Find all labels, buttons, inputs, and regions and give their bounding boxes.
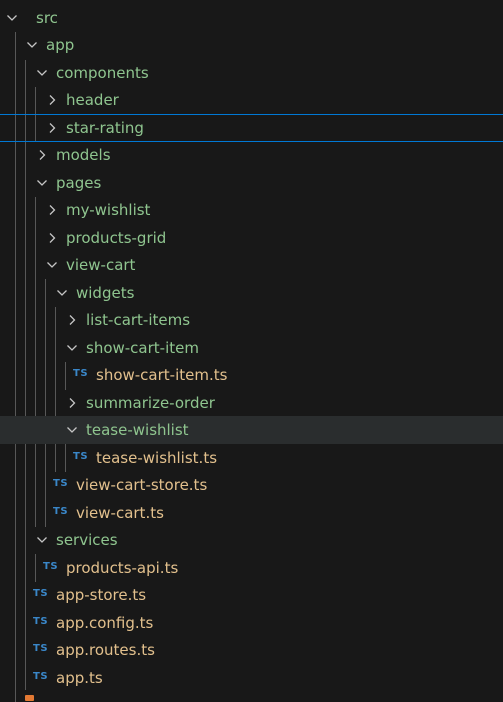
tree-item-label: pages — [56, 174, 102, 192]
tree-item-label: summarize-order — [86, 394, 215, 412]
tree-item-show-cart-item-ts[interactable]: TS show-cart-item.ts — [0, 362, 503, 388]
typescript-file-icon: TS — [33, 671, 49, 682]
tree-item-view-cart-ts[interactable]: TS view-cart.ts — [0, 500, 503, 526]
tree-item-app-routes-ts[interactable]: TS app.routes.ts — [0, 637, 503, 663]
tree-item-label: view-cart-store.ts — [76, 476, 208, 494]
tree-item-label: app.config.ts — [56, 614, 154, 632]
tree-item-pages[interactable]: pages — [0, 170, 503, 196]
tree-item-src[interactable]: src — [0, 5, 503, 31]
tree-item-app-ts[interactable]: TS app.ts — [0, 665, 503, 691]
tree-item-view-cart[interactable]: view-cart — [0, 252, 503, 278]
tree-item-label: models — [56, 146, 111, 164]
typescript-file-icon: TS — [53, 506, 69, 517]
chevron-down-icon — [57, 290, 67, 296]
tree-item-label: app — [46, 36, 75, 54]
typescript-file-icon: TS — [33, 588, 49, 599]
tree-item-tease-wishlist-ts[interactable]: TS tease-wishlist.ts — [0, 445, 503, 471]
tree-item-label: products-grid — [66, 229, 167, 247]
chevron-down-icon — [37, 70, 47, 76]
tree-item-label: star-rating — [66, 119, 144, 137]
tree-item-label: app.ts — [56, 669, 103, 687]
tree-item-app[interactable]: app — [0, 32, 503, 58]
tree-item-label: list-cart-items — [86, 311, 191, 329]
tree-item-label: services — [56, 531, 118, 549]
typescript-file-icon: TS — [33, 616, 49, 627]
tree-item-label: show-cart-item.ts — [96, 366, 228, 384]
typescript-file-icon: TS — [33, 643, 49, 654]
tree-item-cutoff — [0, 694, 503, 702]
tree-item-components[interactable]: components — [0, 60, 503, 86]
tree-item-my-wishlist[interactable]: my-wishlist — [0, 197, 503, 223]
chevron-down-icon — [27, 42, 37, 48]
chevron-right-icon — [49, 205, 56, 215]
chevron-right-icon — [49, 95, 56, 105]
chevron-down-icon — [67, 427, 77, 433]
chevron-right-icon — [39, 150, 46, 160]
tree-item-tease-wishlist[interactable]: tease-wishlist — [0, 416, 503, 444]
chevron-down-icon — [47, 262, 57, 268]
tree-item-label: app-store.ts — [56, 586, 147, 604]
tree-item-app-store-ts[interactable]: TS app-store.ts — [0, 582, 503, 608]
html-file-icon — [25, 695, 34, 701]
tree-item-label: components — [56, 64, 149, 82]
chevron-down-icon — [7, 15, 17, 21]
tree-item-label: show-cart-item — [86, 339, 199, 357]
tree-item-view-cart-store-ts[interactable]: TS view-cart-store.ts — [0, 472, 503, 498]
tree-item-models[interactable]: models — [0, 142, 503, 168]
chevron-down-icon — [37, 180, 47, 186]
tree-item-star-rating[interactable]: star-rating — [0, 114, 503, 142]
typescript-file-icon: TS — [43, 561, 59, 572]
typescript-file-icon: TS — [73, 451, 89, 462]
typescript-file-icon: TS — [53, 478, 69, 489]
tree-item-header[interactable]: header — [0, 87, 503, 113]
tree-item-services[interactable]: services — [0, 527, 503, 553]
chevron-right-icon — [49, 233, 56, 243]
chevron-right-icon — [69, 315, 76, 325]
chevron-right-icon — [69, 398, 76, 408]
tree-item-label: tease-wishlist.ts — [96, 449, 218, 467]
tree-item-products-api-ts[interactable]: TS products-api.ts — [0, 555, 503, 581]
tree-item-widgets[interactable]: widgets — [0, 280, 503, 306]
tree-item-label: my-wishlist — [66, 201, 151, 219]
tree-item-label: view-cart.ts — [76, 504, 164, 522]
tree-item-label: src — [36, 9, 58, 27]
tree-item-label: header — [66, 91, 119, 109]
tree-item-summarize-order[interactable]: summarize-order — [0, 390, 503, 416]
chevron-right-icon — [49, 123, 56, 133]
tree-item-app-config-ts[interactable]: TS app.config.ts — [0, 610, 503, 636]
tree-item-show-cart-item[interactable]: show-cart-item — [0, 335, 503, 361]
tree-item-label: view-cart — [66, 256, 136, 274]
typescript-file-icon: TS — [73, 368, 89, 379]
tree-item-label: app.routes.ts — [56, 641, 155, 659]
tree-item-label: tease-wishlist — [86, 421, 189, 439]
file-explorer-tree: src app components header star-rating mo… — [0, 0, 503, 702]
tree-item-products-grid[interactable]: products-grid — [0, 225, 503, 251]
chevron-down-icon — [67, 345, 77, 351]
tree-item-label: widgets — [76, 284, 135, 302]
tree-item-list-cart-items[interactable]: list-cart-items — [0, 307, 503, 333]
tree-item-label: products-api.ts — [66, 559, 179, 577]
chevron-down-icon — [37, 537, 47, 543]
